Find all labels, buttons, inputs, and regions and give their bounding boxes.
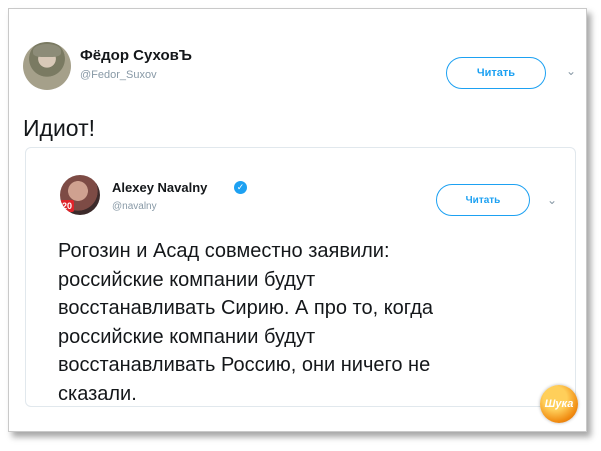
follow-button[interactable]: Читать bbox=[446, 57, 546, 89]
quoted-author-name[interactable]: Alexey Navalny bbox=[112, 180, 207, 195]
text-line: сказали. bbox=[58, 382, 137, 405]
quoted-follow-button[interactable]: Читать bbox=[436, 184, 530, 216]
verified-icon: ✓ bbox=[234, 181, 247, 194]
text-line: российские компании будут bbox=[58, 325, 316, 348]
avatar-badge: 20 bbox=[60, 200, 75, 212]
text-line: Рогозин и Асад совместно заявили: bbox=[58, 240, 390, 262]
author-name[interactable]: Фёдор СуховЪ bbox=[80, 47, 192, 64]
text-line: восстанавливать Россию, они ничего не bbox=[58, 354, 431, 376]
watermark-logo: Шука bbox=[540, 385, 578, 423]
chevron-down-icon[interactable]: ⌄ bbox=[547, 193, 557, 207]
quoted-avatar[interactable]: 20 bbox=[60, 175, 100, 215]
text-line: российские компании будут bbox=[58, 268, 316, 291]
quoted-tweet[interactable]: 20 Alexey Navalny ✓ @navalny Читать ⌄ Ро… bbox=[25, 147, 576, 407]
avatar[interactable] bbox=[23, 42, 71, 90]
tweet-text: Идиот! bbox=[23, 115, 96, 141]
quoted-tweet-text: Рогозин и Асад совместно заявили: россий… bbox=[58, 237, 558, 408]
author-handle[interactable]: @Fedor_Suxov bbox=[80, 69, 157, 81]
chevron-down-icon[interactable]: ⌄ bbox=[566, 64, 576, 78]
quoted-author-handle[interactable]: @navalny bbox=[112, 201, 157, 212]
text-line: восстанавливать Сирию. А про то, когда bbox=[58, 297, 433, 319]
tweet-card: Фёдор СуховЪ @Fedor_Suxov Читать ⌄ Идиот… bbox=[8, 8, 587, 432]
